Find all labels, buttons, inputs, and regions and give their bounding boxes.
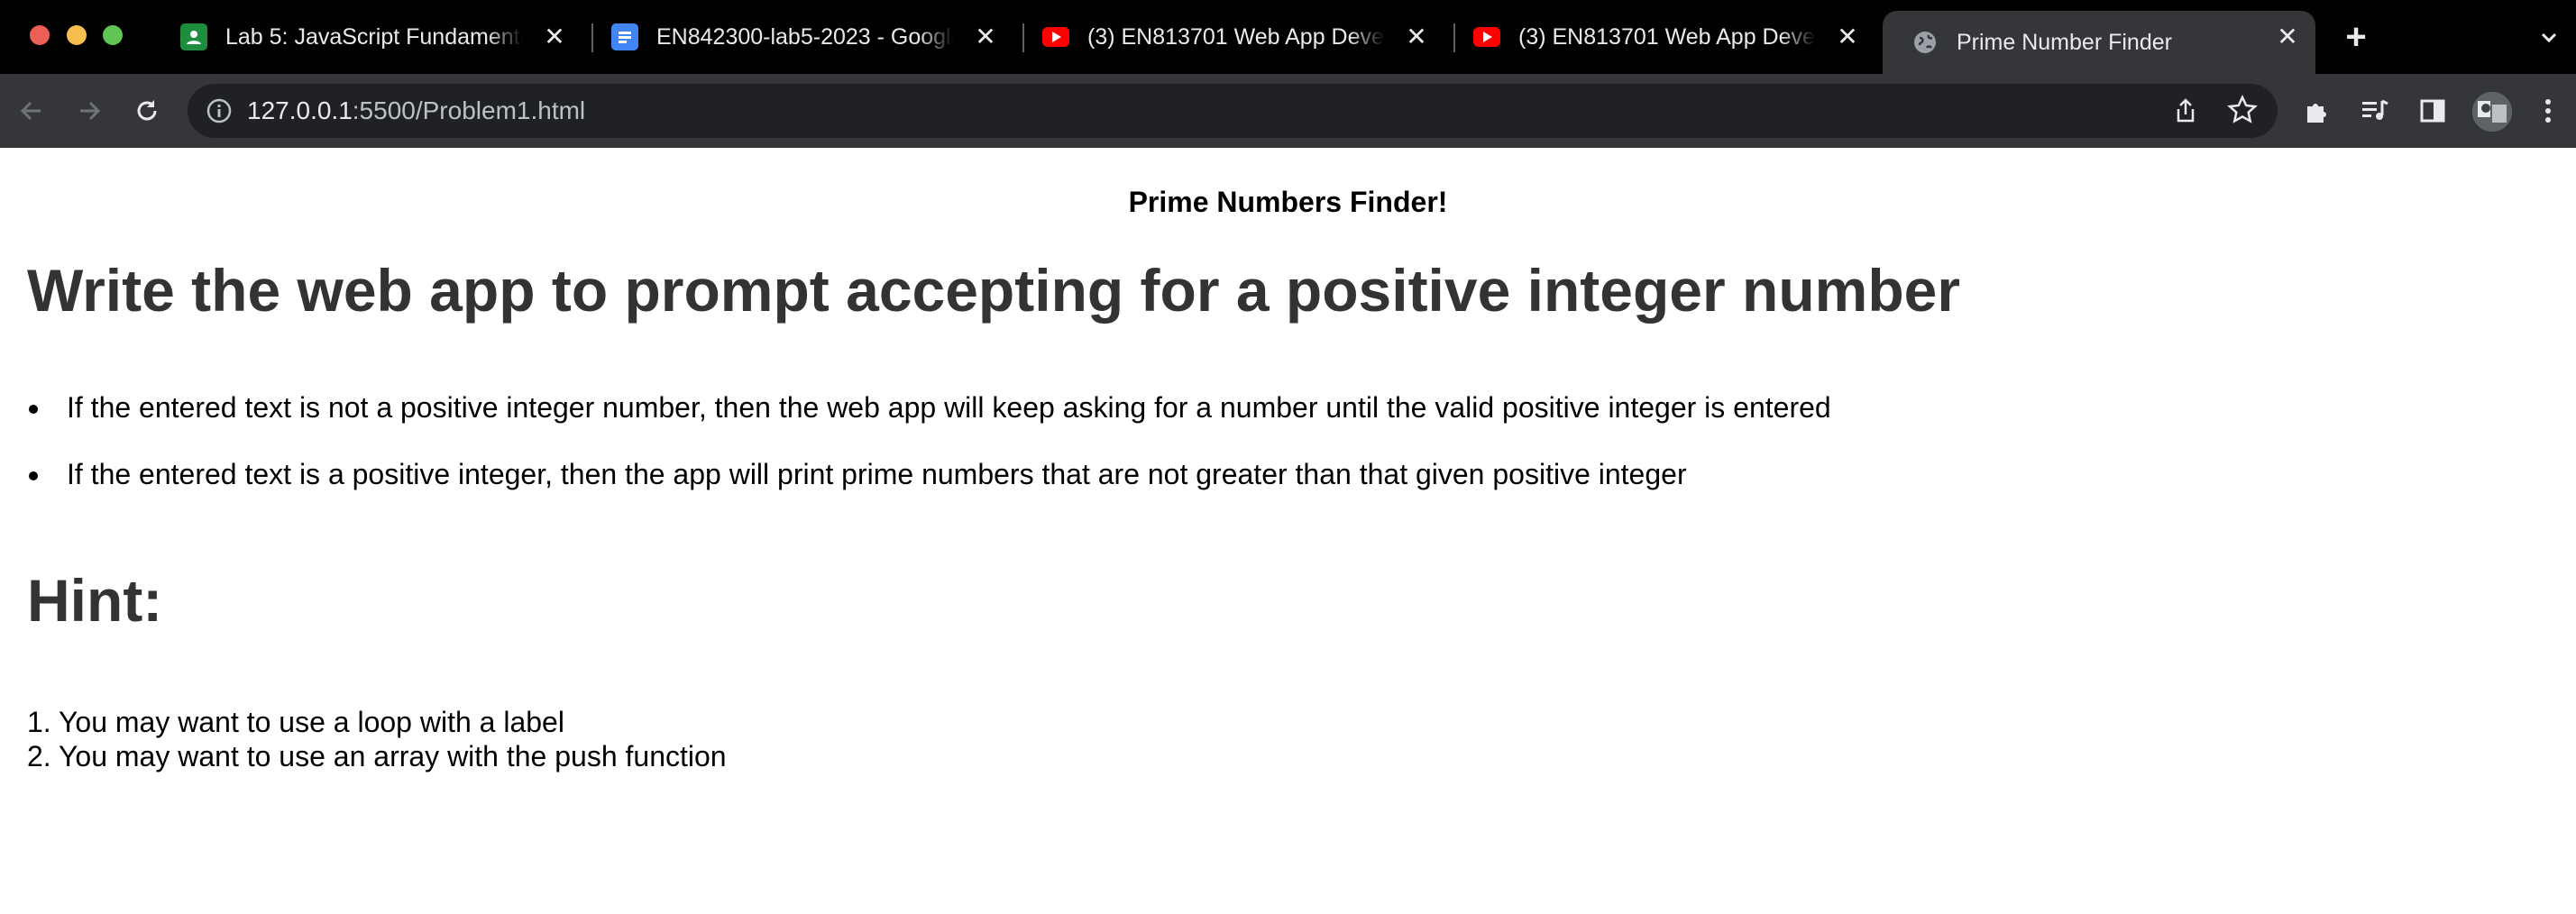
google-docs-icon bbox=[611, 23, 638, 50]
address-bar[interactable]: 127.0.0.1:5500/Problem1.html bbox=[188, 84, 2278, 138]
list-item: If the entered text is a positive intege… bbox=[27, 456, 1831, 523]
info-icon[interactable] bbox=[206, 97, 233, 124]
puzzle-icon[interactable] bbox=[2299, 93, 2335, 129]
window-minimize-button[interactable] bbox=[67, 25, 87, 45]
browser-tab[interactable]: (3) EN813701 Web App Development ✕ bbox=[1013, 0, 1444, 74]
tab-close-icon[interactable]: ✕ bbox=[541, 23, 568, 50]
forward-arrow-icon[interactable] bbox=[72, 94, 106, 128]
side-panel-icon[interactable] bbox=[2415, 93, 2451, 129]
youtube-icon bbox=[1042, 27, 1069, 47]
tab-title: Prime Number Finder bbox=[1957, 29, 2172, 55]
list-item: If the entered text is not a positive in… bbox=[27, 389, 1831, 456]
browser-toolbar: 127.0.0.1:5500/Problem1.html bbox=[0, 74, 2576, 148]
kebab-menu-icon[interactable] bbox=[2530, 93, 2566, 129]
star-icon[interactable] bbox=[2227, 95, 2258, 125]
share-icon[interactable] bbox=[2171, 96, 2200, 125]
list-item: 2. You may want to use an array with the… bbox=[27, 740, 727, 772]
browser-tab-active[interactable]: Prime Number Finder ✕ bbox=[1883, 11, 2315, 74]
reload-icon[interactable] bbox=[130, 94, 164, 128]
browser-tab[interactable]: EN842300-lab5-2023 - Google Docs ✕ bbox=[582, 0, 1013, 74]
media-queue-icon[interactable] bbox=[2357, 93, 2393, 129]
browser-tab[interactable]: Lab 5: JavaScript Fundamentals ✕ bbox=[151, 0, 582, 74]
hint-list: 1. You may want to use a loop with a lab… bbox=[27, 705, 727, 773]
tab-title: Lab 5: JavaScript Fundamentals bbox=[225, 23, 523, 50]
requirements-list: If the entered text is not a positive in… bbox=[27, 389, 1831, 523]
youtube-icon bbox=[1473, 27, 1500, 47]
tab-close-icon[interactable]: ✕ bbox=[1403, 23, 1430, 50]
browser-tab[interactable]: (3) EN813701 Web App Development ✕ bbox=[1444, 0, 1875, 74]
url-text: 127.0.0.1:5500/Problem1.html bbox=[247, 96, 586, 124]
new-tab-button[interactable]: + bbox=[2342, 19, 2370, 55]
avatar[interactable] bbox=[2472, 92, 2512, 132]
tab-close-icon[interactable]: ✕ bbox=[972, 23, 999, 50]
page-content: Prime Numbers Finder! Write the web app … bbox=[0, 148, 2576, 914]
hint-heading: Hint: bbox=[27, 567, 163, 634]
back-arrow-icon[interactable] bbox=[14, 94, 49, 128]
page-title: Write the web app to prompt accepting fo… bbox=[27, 257, 1961, 324]
list-item: 1. You may want to use a loop with a lab… bbox=[27, 706, 564, 738]
tab-strip: Lab 5: JavaScript Fundamentals ✕ EN84230… bbox=[0, 0, 2576, 74]
tab-title: (3) EN813701 Web App Development bbox=[1087, 23, 1385, 50]
tab-title: EN842300-lab5-2023 - Google Docs bbox=[656, 23, 954, 50]
window-maximize-button[interactable] bbox=[103, 25, 123, 45]
tab-search-icon[interactable] bbox=[2537, 25, 2561, 49]
window-close-button[interactable] bbox=[30, 25, 50, 45]
classroom-icon bbox=[180, 23, 207, 50]
tab-close-icon[interactable]: ✕ bbox=[1834, 23, 1861, 50]
globe-icon bbox=[1911, 29, 1939, 56]
tab-close-icon[interactable]: ✕ bbox=[2274, 23, 2301, 50]
tab-title: (3) EN813701 Web App Development bbox=[1518, 23, 1816, 50]
page-header: Prime Numbers Finder! bbox=[1128, 186, 1448, 218]
